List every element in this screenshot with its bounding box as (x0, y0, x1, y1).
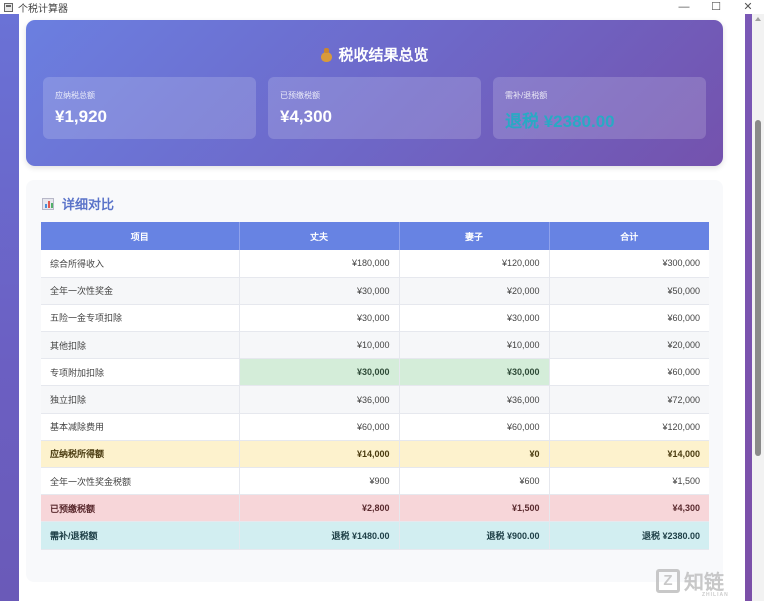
summary-card: 税收结果总览 应纳税总额 ¥1,920 已预缴税额 ¥4,300 需补/退税额 … (26, 20, 723, 166)
bar-chart-icon (42, 197, 54, 210)
scroll-thumb[interactable] (755, 120, 761, 456)
table-cell: ¥10,000 (399, 331, 550, 360)
stat-label: 应纳税总额 (55, 91, 95, 100)
table-cell: ¥120,000 (549, 413, 709, 441)
table-cell: ¥72,000 (549, 385, 709, 414)
table-cell: ¥10,000 (239, 331, 400, 360)
table-row: 独立扣除 ¥36,000 ¥36,000 ¥72,000 (41, 385, 709, 414)
table-cell: ¥4,300 (549, 494, 709, 523)
table-row: 全年一次性奖金 ¥30,000 ¥20,000 ¥50,000 (41, 277, 709, 305)
stat-card-total-tax: 应纳税总额 ¥1,920 (43, 77, 256, 139)
table-cell-highlight: ¥30,000 (239, 358, 400, 387)
table-cell: ¥900 (239, 467, 400, 496)
table-cell: 退税 ¥1480.00 (239, 521, 400, 550)
table-cell: ¥120,000 (399, 250, 550, 278)
table-cell: 全年一次性奖金税额 (41, 467, 240, 496)
detail-title: 详细对比 (42, 194, 114, 213)
summary-title: 税收结果总览 (26, 44, 723, 65)
window-controls: — ☐ ✕ (668, 0, 764, 14)
scroll-up-icon[interactable] (755, 17, 761, 21)
comparison-table-wrapper: 项目 丈夫 妻子 合计 综合所得收入 ¥180,000 ¥120,000 ¥30… (41, 222, 709, 550)
table-cell: ¥1,500 (549, 467, 709, 496)
table-cell: 应纳税所得额 (41, 440, 240, 469)
table-cell: 需补/退税额 (41, 521, 240, 550)
table-cell: ¥300,000 (549, 250, 709, 278)
table-cell: ¥30,000 (399, 304, 550, 333)
stat-label: 已预缴税额 (280, 91, 320, 100)
table-cell: ¥30,000 (239, 304, 400, 333)
column-header: 项目 (41, 222, 240, 250)
table-cell: 全年一次性奖金 (41, 277, 240, 305)
table-row: 其他扣除 ¥10,000 ¥10,000 ¥20,000 (41, 331, 709, 360)
app-icon (4, 2, 13, 12)
main-content: 税收结果总览 应纳税总额 ¥1,920 已预缴税额 ¥4,300 需补/退税额 … (19, 14, 745, 601)
table-row: 基本减除费用 ¥60,000 ¥60,000 ¥120,000 (41, 413, 709, 441)
column-header: 合计 (549, 222, 709, 250)
table-cell: ¥36,000 (239, 385, 400, 414)
watermark-mark: Z (656, 568, 680, 593)
stat-value: ¥1,920 (55, 107, 107, 126)
minimize-button[interactable]: — (668, 0, 700, 14)
detail-title-text: 详细对比 (62, 197, 115, 212)
table-row-refund: 需补/退税额 退税 ¥1480.00 退税 ¥900.00 退税 ¥2380.0… (41, 521, 709, 550)
table-header-row: 项目 丈夫 妻子 合计 (41, 222, 709, 250)
comparison-table: 项目 丈夫 妻子 合计 综合所得收入 ¥180,000 ¥120,000 ¥30… (41, 222, 709, 550)
table-cell: ¥20,000 (549, 331, 709, 360)
table-cell: ¥20,000 (399, 277, 550, 305)
stat-value: 退税 ¥2380.00 (505, 112, 615, 131)
table-cell: ¥50,000 (549, 277, 709, 305)
column-header: 妻子 (399, 222, 550, 250)
table-row: 综合所得收入 ¥180,000 ¥120,000 ¥300,000 (41, 250, 709, 278)
close-button[interactable]: ✕ (732, 0, 764, 14)
watermark-logo: Z 知链 ZHILIAN (656, 566, 728, 598)
table-cell: ¥600 (399, 467, 550, 496)
table-cell: 专项附加扣除 (41, 358, 240, 387)
window-title: 个税计算器 (18, 3, 68, 15)
table-row-taxable-income: 应纳税所得额 ¥14,000 ¥0 ¥14,000 (41, 440, 709, 469)
table-row: 五险一金专项扣除 ¥30,000 ¥30,000 ¥60,000 (41, 304, 709, 333)
maximize-button[interactable]: ☐ (700, 0, 732, 14)
stat-label: 需补/退税额 (505, 91, 548, 100)
table-cell: ¥60,000 (549, 358, 709, 387)
table-cell: 已预缴税额 (41, 494, 240, 523)
title-bar: 个税计算器 — ☐ ✕ (0, 0, 764, 15)
moneybag-icon (320, 48, 333, 62)
watermark-text: 知链 (684, 572, 724, 594)
table-cell: 基本减除费用 (41, 413, 240, 441)
table-cell: ¥1,500 (399, 494, 550, 523)
table-cell: 其他扣除 (41, 331, 240, 360)
column-header: 丈夫 (239, 222, 400, 250)
table-cell-highlight: ¥30,000 (399, 358, 550, 387)
table-cell: ¥30,000 (239, 277, 400, 305)
table-cell: 五险一金专项扣除 (41, 304, 240, 333)
table-cell: ¥14,000 (549, 440, 709, 469)
table-cell: ¥14,000 (239, 440, 400, 469)
detail-section: 详细对比 项目 丈夫 妻子 合计 综合所得收入 ¥180,000 ¥120,00… (26, 180, 723, 582)
table-cell: 退税 ¥900.00 (399, 521, 550, 550)
table-cell: ¥180,000 (239, 250, 400, 278)
watermark-subtext: ZHILIAN (702, 592, 729, 598)
table-cell: ¥36,000 (399, 385, 550, 414)
background-left (0, 14, 19, 601)
table-cell: ¥0 (399, 440, 550, 469)
table-cell: ¥60,000 (239, 413, 400, 441)
table-cell: ¥60,000 (549, 304, 709, 333)
table-cell: ¥60,000 (399, 413, 550, 441)
summary-title-text: 税收结果总览 (338, 47, 429, 64)
table-cell: 退税 ¥2380.00 (549, 521, 709, 550)
stat-value: ¥4,300 (280, 107, 332, 126)
stat-card-refund: 需补/退税额 退税 ¥2380.00 (493, 77, 706, 139)
table-row-prepaid-tax: 已预缴税额 ¥2,800 ¥1,500 ¥4,300 (41, 494, 709, 523)
table-cell: 独立扣除 (41, 385, 240, 414)
vertical-scrollbar[interactable] (752, 14, 764, 601)
table-cell: 综合所得收入 (41, 250, 240, 278)
table-row: 专项附加扣除 ¥30,000 ¥30,000 ¥60,000 (41, 358, 709, 387)
stat-card-prepaid-tax: 已预缴税额 ¥4,300 (268, 77, 481, 139)
table-row: 全年一次性奖金税额 ¥900 ¥600 ¥1,500 (41, 467, 709, 496)
table-cell: ¥2,800 (239, 494, 400, 523)
